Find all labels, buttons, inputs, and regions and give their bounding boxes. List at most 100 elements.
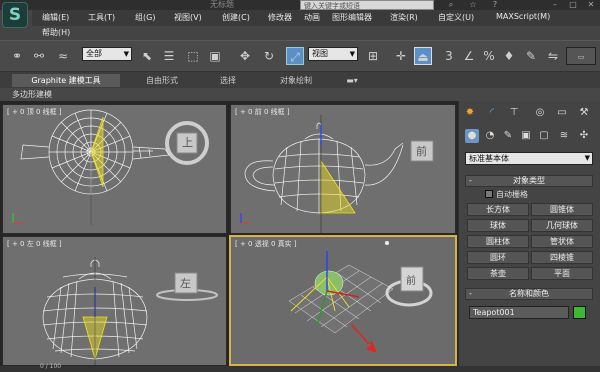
rectangle-selection-icon[interactable]: ⬚	[184, 47, 202, 65]
link-icon[interactable]: ⚭	[8, 47, 26, 65]
create-tab-icon[interactable]: ✸	[463, 106, 477, 120]
selection-filter-value: 全部	[86, 49, 102, 58]
select-manipulate-icon[interactable]: ✛	[392, 47, 410, 65]
cone-button[interactable]: 圆锥体	[531, 203, 593, 216]
autogrid-checkbox[interactable]: 自动栅格	[485, 189, 528, 200]
move-icon[interactable]: ✥	[236, 47, 254, 65]
tab-object-paint[interactable]: 对象绘制	[266, 74, 326, 87]
viewport-area: [ + 0 顶 0 线框 ] 上 [ + 0 前 0 线框 ] 前 [+ 0 …	[0, 101, 458, 366]
autogrid-label: 自动栅格	[496, 190, 528, 199]
cameras-icon[interactable]: ▣	[519, 129, 533, 143]
menu-group[interactable]: 组(G)	[135, 12, 155, 23]
scale-icon[interactable]: ⤢	[286, 47, 304, 65]
space-warps-icon[interactable]: ≋	[557, 129, 571, 143]
app-logo-icon[interactable]: S	[2, 2, 28, 28]
viewport-front[interactable]: [ + 0 前 0 线框 ] 前	[230, 104, 456, 234]
shapes-icon[interactable]: ◔	[483, 129, 497, 143]
tube-button[interactable]: 管状体	[531, 235, 593, 248]
pyramid-button[interactable]: 四棱锥	[531, 251, 593, 264]
viewport-top-label[interactable]: [ + 0 顶 0 线框 ]	[7, 107, 62, 117]
geometry-icon[interactable]: ●	[465, 129, 479, 143]
viewport-front-label[interactable]: [ + 0 前 0 线框 ]	[235, 107, 290, 117]
menu-customize[interactable]: 自定义(U)	[438, 12, 474, 23]
ribbon-sub-label[interactable]: 多边形建模	[12, 89, 52, 100]
category-dropdown[interactable]: 标准基本体 ▼	[465, 152, 593, 165]
menu-animation[interactable]: 动画	[304, 12, 320, 23]
object-color-swatch[interactable]	[573, 306, 586, 319]
helpers-icon[interactable]: ▢	[537, 129, 551, 143]
menu-graph-editors[interactable]: 图形编辑器	[332, 12, 372, 23]
hierarchy-tab-icon[interactable]: ⊤	[507, 106, 521, 120]
help-icon[interactable]: ?	[488, 0, 502, 10]
selection-filter-dropdown[interactable]: 全部 ▼	[82, 47, 132, 61]
viewcube-persp-face[interactable]: 前	[406, 272, 416, 287]
viewport-left[interactable]: [ + 0 左 0 线框 ] 左	[2, 236, 227, 366]
viewcube-left-face[interactable]: 左	[180, 275, 191, 291]
utilities-tab-icon[interactable]: ⚒	[577, 106, 591, 120]
binoculars-icon[interactable]: ⌕	[444, 0, 458, 10]
mirror-icon[interactable]: ⇋	[544, 47, 562, 65]
viewport-left-label[interactable]: [ + 0 左 0 线框 ]	[7, 239, 62, 249]
teapot-button[interactable]: 茶壶	[467, 267, 529, 280]
bind-space-warp-icon[interactable]: ≈	[54, 47, 72, 65]
torus-button[interactable]: 圆环	[467, 251, 529, 264]
search-input[interactable]: 键入关键字或短语	[300, 0, 434, 10]
main-toolbar: ⚭ ⚯ ≈ 全部 ▼ ⬉ ☰ ⬚ ▣ ✥ ↻ ⤢ 视图 ▼ ⊞ ✛ ⏏ 3 ∠ …	[0, 40, 600, 72]
motion-tab-icon[interactable]: ◎	[533, 106, 547, 120]
select-by-name-icon[interactable]: ☰	[160, 47, 178, 65]
viewport-perspective[interactable]: [ + 0 透视 0 真实 ] 前	[229, 235, 457, 366]
menu-rendering[interactable]: 渲染(R)	[390, 12, 418, 23]
menu-help[interactable]: 帮助(H)	[42, 27, 70, 38]
menu-edit[interactable]: 编辑(E)	[42, 12, 69, 23]
tab-freeform[interactable]: 自由形式	[130, 74, 194, 87]
tab-selection[interactable]: 选择	[206, 74, 250, 87]
named-selection-sets-field[interactable]: ▭	[566, 47, 596, 65]
spinner-snap-icon[interactable]: ♦	[500, 47, 518, 65]
pivot-center-icon[interactable]: ⊞	[364, 47, 382, 65]
ribbon-options-icon[interactable]: ▬▾	[338, 74, 366, 87]
name-and-color-rollout[interactable]: - 名称和颜色	[465, 288, 593, 300]
category-dropdown-value: 标准基本体	[469, 154, 509, 163]
collapse-icon: -	[469, 289, 472, 298]
window-crossing-icon[interactable]: ▣	[206, 47, 224, 65]
keyboard-shortcut-override-icon[interactable]: ⏏	[414, 47, 432, 65]
select-object-icon[interactable]: ⬉	[138, 47, 156, 65]
systems-icon[interactable]: ✣	[577, 129, 591, 143]
name-and-color-title: 名称和颜色	[509, 289, 549, 298]
viewport-perspective-label[interactable]: [ + 0 透视 0 真实 ]	[235, 239, 297, 249]
close-icon[interactable]: ✕	[584, 0, 598, 10]
tab-graphite-modeling[interactable]: Graphite 建模工具	[12, 74, 120, 87]
reference-coordinate-value: 视图	[312, 49, 328, 58]
box-button[interactable]: 长方体	[467, 203, 529, 216]
display-tab-icon[interactable]: ▭	[555, 106, 569, 120]
modify-tab-icon[interactable]: ◜	[485, 106, 499, 120]
menu-views[interactable]: 视图(V)	[174, 12, 202, 23]
perspective-scene	[288, 241, 433, 353]
menu-maxscript[interactable]: MAXScript(M)	[496, 12, 550, 21]
command-panel: ✸ ◜ ⊤ ◎ ▭ ⚒ ● ◔ ✎ ▣ ▢ ≋ ✣ 标准基本体 ▼ - 对象类型…	[458, 101, 600, 366]
lights-icon[interactable]: ✎	[501, 129, 515, 143]
snaps-toggle-icon[interactable]: 3	[440, 47, 458, 65]
cylinder-button[interactable]: 圆柱体	[467, 235, 529, 248]
menu-create[interactable]: 创建(C)	[222, 12, 250, 23]
percent-snap-icon[interactable]: %	[480, 47, 498, 65]
edit-named-selection-icon[interactable]: ✎	[522, 47, 540, 65]
object-type-rollout[interactable]: - 对象类型	[465, 175, 593, 187]
maximize-icon[interactable]: □	[566, 0, 580, 10]
sphere-button[interactable]: 球体	[467, 219, 529, 232]
unlink-icon[interactable]: ⚯	[30, 47, 48, 65]
menu-modifiers[interactable]: 修改器	[268, 12, 292, 23]
plane-button[interactable]: 平面	[531, 267, 593, 280]
angle-snap-icon[interactable]: ∠	[460, 47, 478, 65]
star-icon[interactable]: ☆	[466, 0, 480, 10]
reference-coordinate-dropdown[interactable]: 视图 ▼	[308, 47, 358, 61]
viewport-top[interactable]: [ + 0 顶 0 线框 ] 上	[2, 104, 227, 234]
object-name-field[interactable]: Teapot001	[469, 306, 569, 319]
viewcube-top-face[interactable]: 上	[182, 134, 193, 150]
minimize-icon[interactable]: –	[548, 0, 562, 10]
viewcube-front-face[interactable]: 前	[416, 143, 427, 159]
menu-tools[interactable]: 工具(T)	[88, 12, 115, 23]
geosphere-button[interactable]: 几何球体	[531, 219, 593, 232]
rotate-icon[interactable]: ↻	[260, 47, 278, 65]
time-slider[interactable]: 0 / 100	[0, 363, 600, 372]
